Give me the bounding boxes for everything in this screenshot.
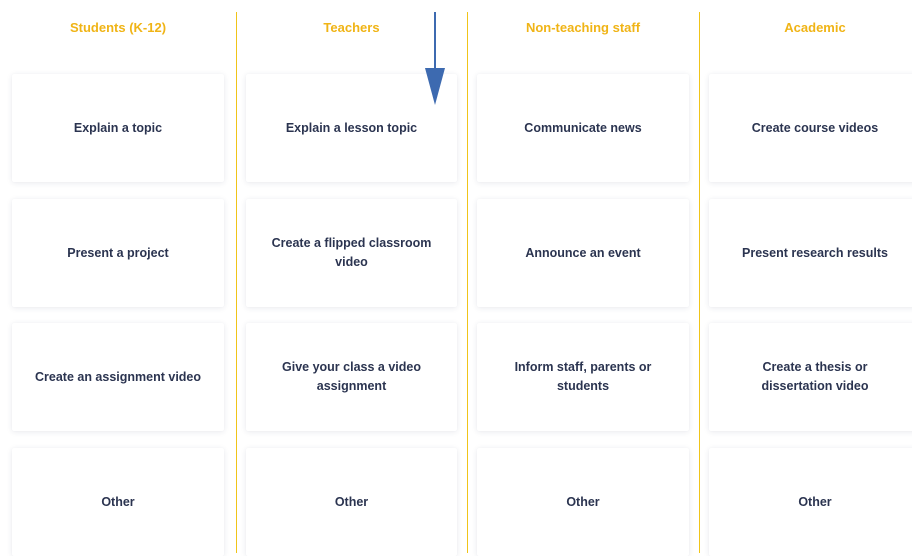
card-label: Create an assignment video bbox=[34, 369, 202, 384]
column-header-academic: Academic bbox=[784, 20, 846, 35]
column-academic: Academic Create course videos Present re… bbox=[699, 0, 912, 556]
card-label: Explain a lesson topic bbox=[285, 120, 418, 135]
card-create-a-flipped-classroom-video[interactable]: Create a flipped classroom video bbox=[246, 199, 457, 307]
column-non-teaching-staff: Non-teaching staff Communicate news Anno… bbox=[467, 0, 699, 556]
column-header-students: Students (K-12) bbox=[69, 20, 167, 35]
card-communicate-news[interactable]: Communicate news bbox=[477, 74, 689, 182]
column-header-non-teaching-staff: Non-teaching staff bbox=[525, 20, 641, 35]
card-label: Announce an event bbox=[525, 245, 641, 260]
card-label: Communicate news bbox=[524, 120, 642, 135]
card-label: Other bbox=[798, 494, 832, 509]
card-label: Explain a topic bbox=[73, 120, 163, 135]
card-label: Create a thesis or dissertation video bbox=[761, 360, 869, 393]
card-present-a-project[interactable]: Present a project bbox=[12, 199, 224, 307]
card-label: Other bbox=[101, 494, 135, 509]
card-label: Present a project bbox=[67, 245, 169, 260]
use-case-grid: Students (K-12) Explain a topic Present … bbox=[0, 0, 912, 556]
column-students: Students (K-12) Explain a topic Present … bbox=[0, 0, 236, 556]
card-other-students[interactable]: Other bbox=[12, 448, 224, 556]
card-label: Other bbox=[566, 494, 600, 509]
card-inform-staff-parents-or-students[interactable]: Inform staff, parents or students bbox=[477, 323, 689, 431]
card-other-academic[interactable]: Other bbox=[709, 448, 912, 556]
card-label: Inform staff, parents or students bbox=[514, 360, 652, 393]
card-give-your-class-a-video-assignment[interactable]: Give your class a video assignment bbox=[246, 323, 457, 431]
card-label: Give your class a video assignment bbox=[282, 360, 421, 393]
card-explain-a-topic[interactable]: Explain a topic bbox=[12, 74, 224, 182]
card-announce-an-event[interactable]: Announce an event bbox=[477, 199, 689, 307]
card-present-research-results[interactable]: Present research results bbox=[709, 199, 912, 307]
card-create-a-thesis-or-dissertation-video[interactable]: Create a thesis or dissertation video bbox=[709, 323, 912, 431]
card-create-course-videos[interactable]: Create course videos bbox=[709, 74, 912, 182]
card-other-non-teaching-staff[interactable]: Other bbox=[477, 448, 689, 556]
card-create-an-assignment-video[interactable]: Create an assignment video bbox=[12, 323, 224, 431]
card-label: Other bbox=[334, 494, 369, 509]
card-other-teachers[interactable]: Other bbox=[246, 448, 457, 556]
down-arrow-icon bbox=[425, 12, 445, 105]
card-label: Present research results bbox=[742, 245, 888, 260]
card-label: Create a flipped classroom video bbox=[271, 236, 432, 269]
card-label: Create course videos bbox=[751, 120, 879, 135]
